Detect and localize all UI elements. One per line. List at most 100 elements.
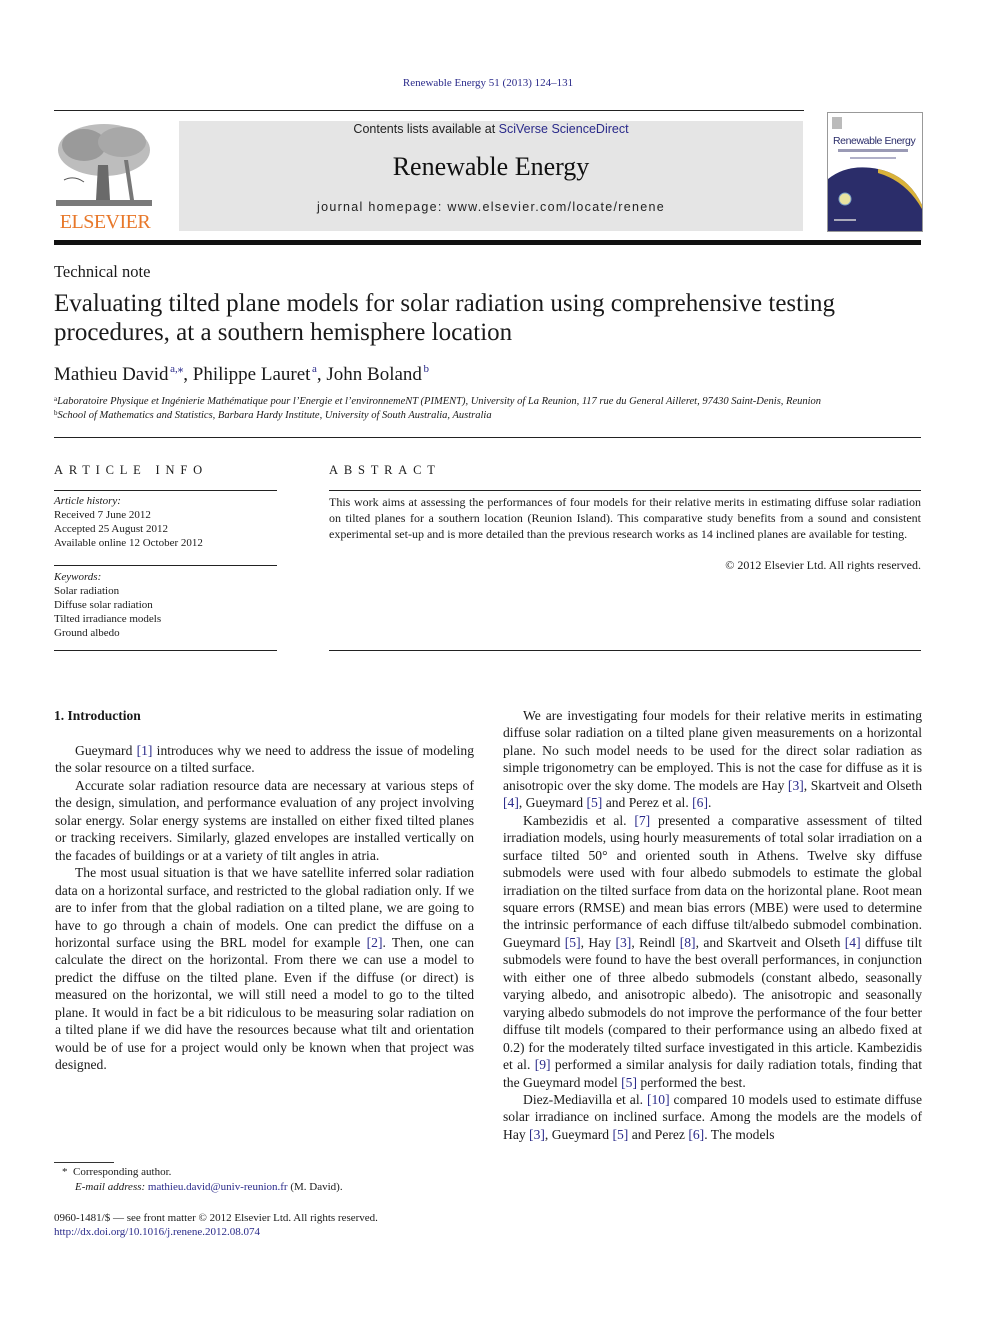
journal-title: Renewable Energy — [392, 152, 590, 181]
abstract-copyright: © 2012 Elsevier Ltd. All rights reserved… — [725, 558, 921, 572]
abstract-divider — [329, 490, 921, 491]
front-matter: 0960-1481/$ — see front matter © 2012 El… — [54, 1212, 378, 1224]
keyword: Ground albedo — [54, 627, 120, 639]
elsevier-logo[interactable]: ELSEVIER — [54, 120, 156, 233]
citation-link[interactable]: [10] — [647, 1092, 670, 1107]
header-top-rule — [54, 110, 804, 111]
paragraph-text: performed the best. — [637, 1074, 746, 1090]
citation-link[interactable]: [2] — [367, 935, 383, 950]
journal-banner: Contents lists available at SciVerse Sci… — [179, 121, 803, 231]
journal-cover-thumbnail[interactable]: Renewable Energy — [827, 112, 923, 232]
citation-link[interactable]: [6] — [692, 795, 708, 810]
citation-link[interactable]: [5] — [565, 935, 581, 950]
section-heading-introduction: 1. Introduction — [54, 708, 141, 723]
keyword: Tilted irradiance models — [54, 613, 162, 625]
affiliation-a: aLaboratoire Physique et Ingénierie Math… — [54, 395, 821, 407]
email-note: E-mail address: mathieu.david@univ-reuni… — [75, 1180, 343, 1195]
citation-link[interactable]: [3] — [615, 935, 631, 950]
body-paragraph: The most usual situation is that we have… — [55, 864, 474, 1073]
citation-link[interactable]: [4] — [503, 795, 519, 810]
citation-link[interactable]: [9] — [535, 1057, 551, 1072]
citation-link[interactable]: [3] — [529, 1127, 545, 1142]
citation-link[interactable]: [3] — [788, 778, 804, 793]
citation-link[interactable]: [5] — [586, 795, 602, 810]
doi-link[interactable]: http://dx.doi.org/10.1016/j.renene.2012.… — [54, 1225, 260, 1240]
header-thick-rule — [54, 240, 921, 245]
abstract-bottom-rule — [329, 650, 921, 651]
author-affiliation-link[interactable]: a,⁎ — [170, 363, 183, 375]
citation-link[interactable]: [7] — [634, 813, 650, 828]
history-online: Available online 12 October 2012 — [54, 537, 203, 549]
paragraph-text: , Gueymard — [544, 1126, 613, 1142]
author-name[interactable]: Mathieu David — [54, 364, 169, 385]
keywords-label: Keywords: — [54, 571, 102, 583]
contents-line: Contents lists available at SciVerse Sci… — [179, 122, 803, 136]
author-email-link[interactable]: mathieu.david@univ-reunion.fr — [148, 1181, 288, 1193]
keywords-divider — [54, 565, 277, 566]
body-paragraph: Kambezidis et al. [7] presented a compar… — [503, 812, 922, 1091]
paragraph-text: , Gueymard — [518, 795, 587, 811]
article-title: Evaluating tilted plane models for solar… — [54, 290, 836, 346]
footnote-mark: * — [62, 1166, 68, 1178]
paragraph-text: presented a comparative assessment of ti… — [503, 812, 922, 950]
email-label: E-mail address: — [75, 1181, 146, 1193]
paragraph-text: , Reindl — [631, 934, 680, 950]
paragraph-text: Kambezidis et al. — [523, 812, 635, 828]
sciencedirect-link[interactable]: SciVerse ScienceDirect — [499, 122, 629, 136]
affiliation-b: bSchool of Mathematics and Statistics, B… — [54, 409, 492, 421]
contents-prefix: Contents lists available at — [353, 122, 499, 136]
elsevier-wordmark: ELSEVIER — [59, 211, 151, 233]
abstract-heading: ABSTRACT — [329, 463, 441, 477]
citation-link[interactable]: [1] — [137, 743, 153, 758]
body-paragraph: Gueymard [1] introduces why we need to a… — [55, 742, 474, 777]
paragraph-text: diffuse tilt submodels were found to hav… — [503, 934, 922, 1073]
paragraph-text: Gueymard — [75, 743, 137, 758]
footnote-rule — [54, 1162, 114, 1163]
citation-link[interactable]: [6] — [688, 1127, 704, 1142]
paragraph-text: . Then, one can calculate the direct on … — [55, 934, 474, 1073]
affiliation-text: Laboratoire Physique et Ingénierie Mathé… — [57, 396, 822, 407]
cover-wave-icon — [828, 167, 922, 231]
email-suffix: (M. David). — [287, 1181, 343, 1193]
body-right-column: We are investigating four models for the… — [503, 707, 922, 1143]
keyword: Solar radiation — [54, 585, 120, 597]
journal-homepage[interactable]: journal homepage: www.elsevier.com/locat… — [179, 200, 803, 214]
article-history: Article history: Received 7 June 2012 Ac… — [54, 494, 203, 550]
article-info-bottom-rule — [54, 650, 277, 651]
citation-link[interactable]: [4] — [845, 935, 861, 950]
paragraph-text: . The models — [704, 1126, 775, 1142]
citation-link[interactable]: [8] — [680, 935, 696, 950]
title-divider — [54, 437, 921, 438]
paragraph-text: and Perez et al. — [602, 795, 693, 811]
paragraph-text: and Perez — [628, 1126, 689, 1142]
keywords-block: Keywords: Solar radiation Diffuse solar … — [54, 570, 161, 640]
body-paragraph: Diez-Mediavilla et al. [10] compared 10 … — [503, 1091, 922, 1143]
paragraph-text: Diez-Mediavilla et al. — [523, 1091, 647, 1107]
article-info-divider — [54, 490, 277, 491]
corresponding-author-note: * Corresponding author. — [62, 1165, 171, 1180]
history-accepted: Accepted 25 August 2012 — [54, 523, 168, 535]
paragraph-text: . — [707, 795, 712, 811]
paragraph-text: , Hay — [580, 934, 616, 950]
affiliation-text: School of Mathematics and Statistics, Ba… — [57, 410, 492, 421]
body-paragraph: Accurate solar radiation resource data a… — [55, 777, 474, 864]
abstract-text: This work aims at assessing the performa… — [329, 495, 921, 541]
elsevier-tree-icon — [54, 120, 154, 210]
citation-link[interactable]: [5] — [621, 1075, 637, 1090]
history-received: Received 7 June 2012 — [54, 509, 151, 521]
author-name[interactable]: Philippe Lauret — [193, 364, 311, 385]
author-name[interactable]: John Boland — [326, 364, 422, 385]
body-paragraph: We are investigating four models for the… — [503, 707, 922, 812]
keyword: Diffuse solar radiation — [54, 599, 153, 611]
paragraph-text: , Skartveit and Olseth — [803, 777, 922, 793]
citation-link[interactable]: [5] — [612, 1127, 628, 1142]
author-affiliation-link[interactable]: b — [424, 363, 430, 375]
article-info-heading: ARTICLE INFO — [54, 463, 208, 477]
journal-citation[interactable]: Renewable Energy 51 (2013) 124–131 — [0, 77, 976, 89]
author-affiliation-link[interactable]: a — [312, 363, 317, 375]
article-type: Technical note — [54, 262, 151, 281]
paragraph-text: Accurate solar radiation resource data a… — [55, 777, 474, 863]
corresponding-label: Corresponding author. — [73, 1166, 172, 1178]
paragraph-text: , and Skartveit and Olseth — [695, 934, 845, 950]
history-label: Article history: — [54, 495, 121, 507]
